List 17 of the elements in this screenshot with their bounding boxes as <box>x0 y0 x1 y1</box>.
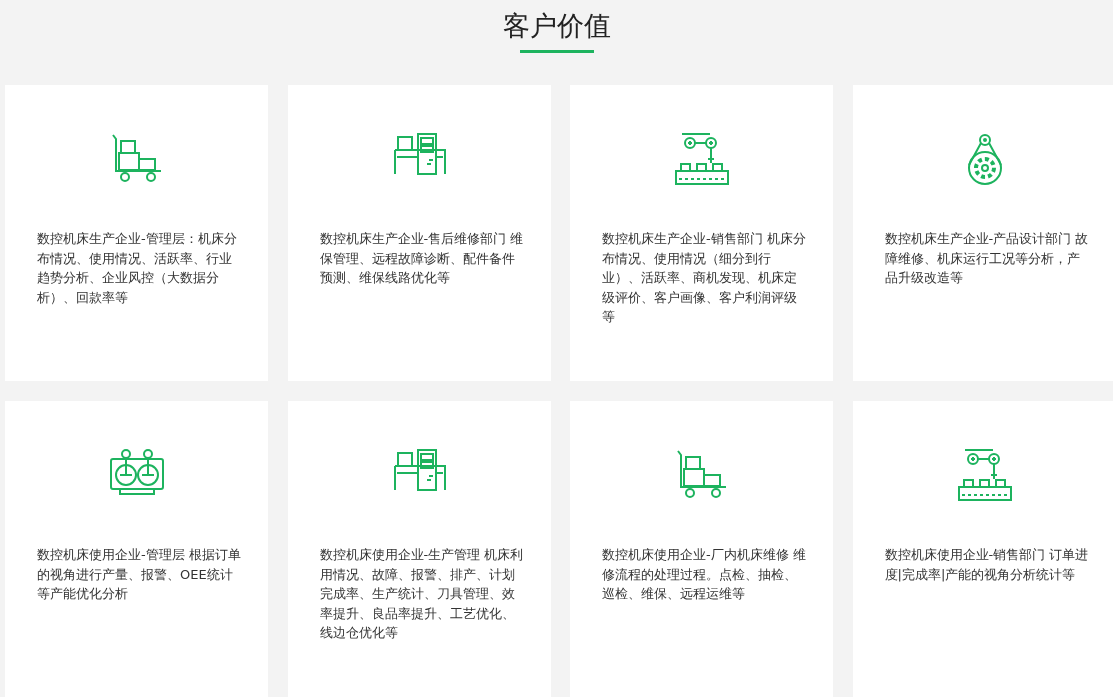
card-description: 数控机床生产企业-销售部门 机床分布情况、使用情况（细分到行业）、活跃率、商机发现、机床定级评价、客户画像、客户利润评级等 <box>602 230 807 326</box>
card-description: 数控机床生产企业-产品设计部门 故障维修、机床运行工况等分析，产品升级改造等 <box>884 230 1090 287</box>
card-description: 数控机床使用企业-销售部门 订单进度|完成率|产能的视角分析统计等 <box>884 546 1090 584</box>
card-description: 数控机床使用企业-生产管理 机床利用情况、故障、报警、排产、计划完成率、生产统计、刀具管理、效率提升、良品率提升、工艺优化、线边仓优化等 <box>319 546 525 642</box>
card-description: 数控机床使用企业-厂内机床维修 维修流程的处理过程。点检、抽检、巡检、维保、远程运维等 <box>602 546 807 603</box>
gear-pulley-icon <box>966 133 1003 185</box>
machine-icon <box>393 449 446 491</box>
robot-arm-conveyor-icon <box>957 449 1012 501</box>
section-title: 客户价值 <box>502 9 611 43</box>
robot-arm-conveyor-icon <box>675 133 729 185</box>
machine-icon <box>393 133 446 175</box>
card-description: 数控机床使用企业-管理层 根据订单的视角进行产量、报警、OEE统计等产能优化分析 <box>37 546 242 603</box>
card-description: 数控机床生产企业-管理层：机床分布情况、使用情况、活跃率、行业趋势分析、企业风控（大数据分析）、回款率等 <box>37 230 238 307</box>
cart-icon <box>676 449 728 499</box>
card-description: 数控机床生产企业-售后维修部门 维保管理、远程故障诊断、配件备件预测、维保线路优化等 <box>319 230 525 287</box>
control-panel-icon <box>110 449 164 495</box>
cart-icon <box>111 133 163 183</box>
